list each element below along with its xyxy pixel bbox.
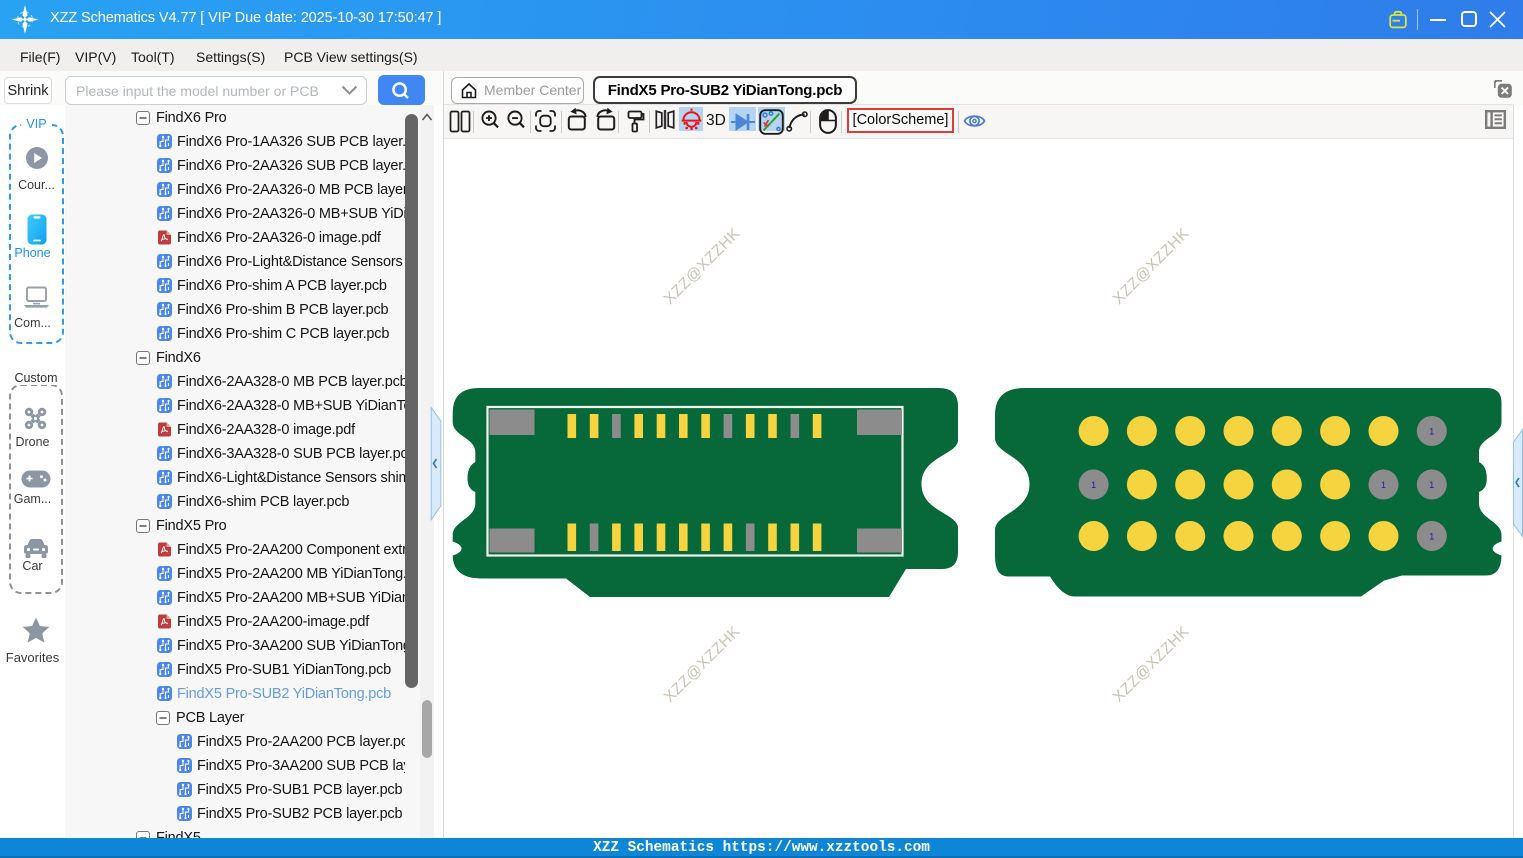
- svg-text:1: 1: [1429, 427, 1434, 437]
- svg-text:1: 1: [1429, 532, 1434, 542]
- svg-text:XZZ@XZZHK: XZZ@XZZHK: [661, 623, 744, 706]
- svg-text:1: 1: [1381, 480, 1386, 490]
- svg-text:XZZ@XZZHK: XZZ@XZZHK: [661, 225, 744, 308]
- svg-text:XZZ@XZZHK: XZZ@XZZHK: [1110, 225, 1193, 308]
- svg-text:1: 1: [1091, 480, 1096, 490]
- svg-text:1: 1: [1429, 480, 1434, 490]
- svg-text:XZZ@XZZHK: XZZ@XZZHK: [1110, 623, 1193, 706]
